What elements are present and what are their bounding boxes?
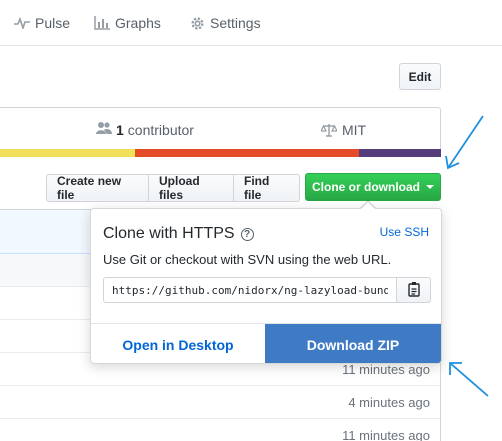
contributors-label: contributor	[127, 121, 194, 138]
language-bar[interactable]	[0, 149, 441, 157]
create-new-file-button[interactable]: Create new file	[46, 174, 149, 202]
clone-url-input[interactable]	[103, 277, 397, 303]
download-zip-button[interactable]: Download ZIP	[265, 324, 441, 363]
table-row[interactable]: 4 minutes ago	[0, 386, 440, 419]
use-ssh-link[interactable]: Use SSH	[380, 225, 429, 239]
edit-button[interactable]: Edit	[399, 63, 441, 90]
people-icon	[96, 121, 112, 138]
nav-item-label: Pulse	[35, 15, 71, 31]
nav-item-label: Graphs	[115, 15, 161, 31]
nav-item-graphs[interactable]: Graphs	[94, 0, 161, 46]
caret-down-icon	[426, 185, 434, 189]
dropdown-caret-inner	[361, 202, 375, 209]
contributors-count: 1	[116, 121, 124, 138]
nav-item-label: Settings	[210, 15, 261, 31]
copy-to-clipboard-button[interactable]	[397, 277, 431, 303]
file-age: 4 minutes ago	[348, 395, 430, 410]
clone-or-download-button[interactable]: Clone or download	[305, 173, 441, 201]
table-row[interactable]: 11 minutes ago	[0, 419, 440, 441]
clone-dropdown: Clone with HTTPS ? Use SSH Use Git or ch…	[90, 208, 442, 364]
file-age: 11 minutes ago	[342, 428, 430, 441]
open-in-desktop-button[interactable]: Open in Desktop	[91, 324, 265, 363]
clone-actions: Open in Desktop Download ZIP	[91, 323, 441, 363]
clone-or-download-label: Clone or download	[312, 180, 420, 194]
annotation-arrow-icon	[445, 115, 484, 170]
nav-item-settings[interactable]: Settings	[190, 0, 261, 46]
annotation-arrow-icon	[449, 362, 489, 397]
clone-description: Use Git or checkout with SVN using the w…	[103, 252, 392, 267]
graph-icon	[94, 16, 110, 30]
find-file-button[interactable]: Find file	[233, 174, 300, 202]
pulse-icon	[14, 17, 30, 29]
nav-item-pulse[interactable]: Pulse	[14, 0, 70, 46]
language-segment[interactable]	[359, 149, 441, 157]
language-segment[interactable]	[134, 149, 360, 157]
question-icon[interactable]: ?	[240, 227, 254, 241]
license-label: MIT	[342, 121, 367, 138]
repo-nav: Pulse Graphs Settings	[0, 0, 502, 46]
language-segment[interactable]	[0, 149, 135, 157]
file-actions: Create new file Upload files Find file	[46, 174, 300, 202]
upload-files-button[interactable]: Upload files	[148, 174, 234, 202]
clone-title-text: Clone with HTTPS	[103, 225, 235, 242]
contributors-link[interactable]: 1 contributor	[96, 108, 194, 151]
law-icon	[321, 123, 337, 137]
clipboard-icon	[407, 281, 421, 300]
repo-summary: 1 contributor MIT	[0, 107, 441, 150]
clone-title: Clone with HTTPS ?	[103, 225, 254, 243]
clone-url-group	[103, 277, 431, 303]
gear-icon	[190, 16, 205, 31]
license-link[interactable]: MIT	[321, 108, 366, 151]
